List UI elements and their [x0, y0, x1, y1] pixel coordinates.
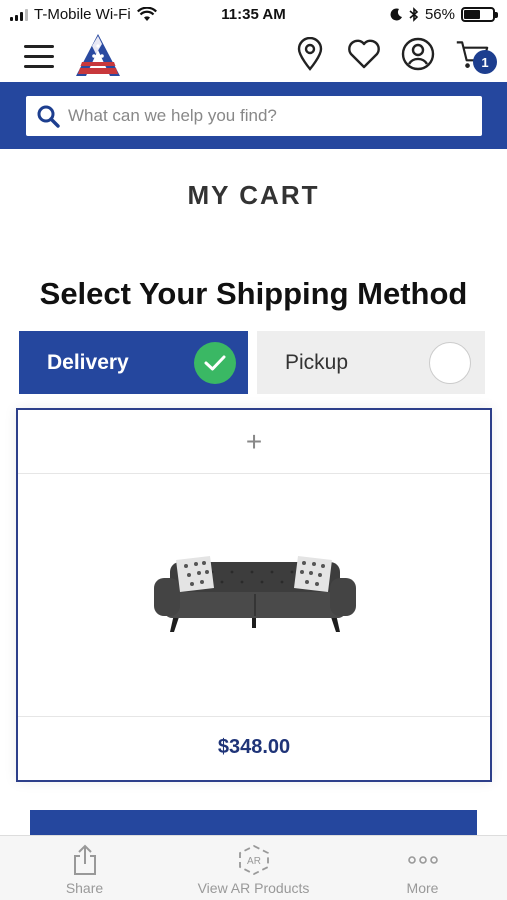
header-icons: 1: [293, 36, 497, 74]
location-pin-icon[interactable]: [293, 36, 327, 72]
battery-fill: [464, 10, 480, 19]
more-label: More: [406, 880, 439, 896]
menu-icon[interactable]: [24, 43, 56, 69]
pickup-option[interactable]: Pickup: [257, 331, 485, 394]
checkmark-icon: [194, 342, 236, 384]
delivery-option[interactable]: Delivery: [19, 331, 248, 394]
expand-button[interactable]: +: [18, 410, 490, 474]
more-icon: [407, 856, 438, 864]
moon-icon: [390, 8, 402, 21]
pickup-label: Pickup: [285, 350, 349, 374]
sofa-image[interactable]: [152, 548, 358, 638]
page-title: MY CART: [187, 180, 320, 210]
product-price: $348.00: [217, 736, 291, 758]
account-icon[interactable]: [401, 36, 435, 72]
logo[interactable]: [72, 32, 124, 78]
bluetooth-icon: [409, 7, 419, 22]
ar-icon: AR: [238, 844, 269, 876]
bottom-toolbar: Share AR View AR Products More: [0, 835, 507, 900]
share-icon: [73, 844, 96, 875]
heart-icon[interactable]: [347, 36, 381, 72]
view-ar-products-button[interactable]: AR View AR Products: [169, 836, 338, 900]
more-button[interactable]: More: [338, 836, 507, 900]
plus-icon: +: [245, 425, 263, 457]
radio-empty-icon[interactable]: [429, 342, 471, 384]
cart-count-badge: 1: [473, 50, 497, 74]
cart-icon[interactable]: 1: [455, 36, 497, 74]
status-right: 56%: [390, 6, 498, 23]
app-header: 1: [0, 30, 507, 82]
battery-percent: 56%: [424, 6, 455, 23]
status-bar: T-Mobile Wi-Fi 11:35 AM 56%: [0, 0, 507, 30]
search-band: [0, 82, 507, 149]
share-button[interactable]: Share: [0, 836, 169, 900]
share-label: Share: [65, 880, 104, 896]
search-icon[interactable]: [36, 104, 60, 128]
product-card: + $348.00: [16, 408, 492, 782]
ar-label: View AR Products: [197, 880, 310, 896]
battery-icon: [461, 7, 498, 22]
search-box: [26, 96, 482, 136]
delivery-label: Delivery: [47, 350, 129, 374]
card-divider: [18, 716, 490, 717]
search-input[interactable]: [68, 98, 482, 134]
svg-text:AR: AR: [247, 856, 261, 867]
shipping-method-title: Select Your Shipping Method: [39, 276, 468, 311]
